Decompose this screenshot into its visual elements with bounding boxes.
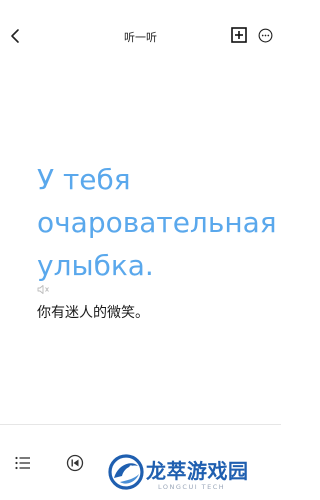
bottom-divider [0,424,281,425]
sentence-line: У тебя [37,163,131,196]
list-icon[interactable] [15,456,31,470]
top-bar: 听一听 [0,0,281,70]
sentence-text: У тебя очаровательная улыбка. [37,158,277,287]
watermark-subtitle: LONGCUI TECH [158,483,226,491]
previous-icon[interactable] [66,454,84,472]
dragon-logo-icon [108,454,144,490]
watermark-logo: 龙萃游戏园 LONGCUI TECH [106,452,266,496]
watermark-name: 龙萃游戏园 [146,459,249,483]
sentence-line: улыбка. [37,249,154,282]
more-circle-icon[interactable] [258,28,273,43]
sentence-line: очаровательная [37,206,277,239]
translation-text: 你有迷人的微笑。 [37,305,149,321]
speaker-icon[interactable] [37,284,50,295]
plus-square-icon[interactable] [231,27,247,43]
